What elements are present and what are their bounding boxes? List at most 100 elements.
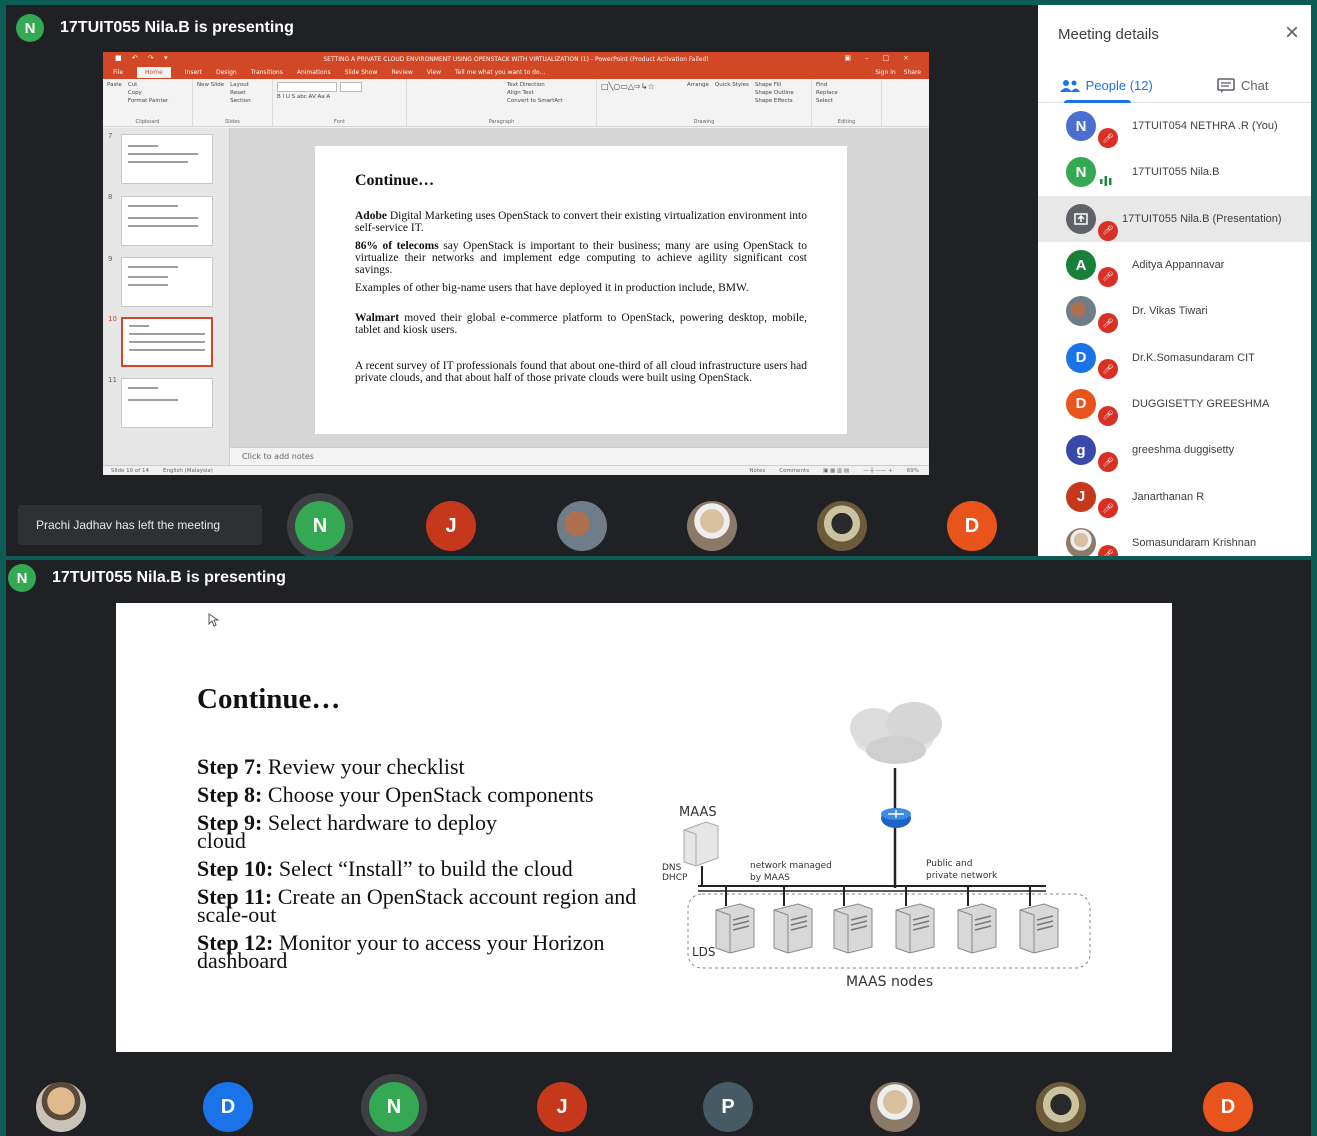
tab-people[interactable]: People (12) xyxy=(1038,69,1175,103)
ppt-workspace: 7 8 9 10 11 Continue… Adobe Digital Mark… xyxy=(103,128,929,465)
participant-tile-avatar[interactable] xyxy=(687,501,737,551)
font-style-buttons[interactable]: B I U S abc AV Aa A xyxy=(277,94,402,100)
slide-paragraph: Examples of other big-name users that ha… xyxy=(355,282,749,294)
layout-button[interactable]: Layout xyxy=(230,82,250,88)
tab-home[interactable]: Home xyxy=(137,67,171,78)
participant-tile-avatar[interactable] xyxy=(1036,1082,1086,1132)
server-node-icon xyxy=(1019,886,1059,954)
presenter-label: 17TUIT055 Nila.B is presenting xyxy=(52,569,286,586)
section-button[interactable]: Section xyxy=(230,98,250,104)
arrange-button[interactable]: Arrange xyxy=(687,82,709,104)
slide-paragraph: Adobe Digital Marketing uses OpenStack t… xyxy=(355,210,807,234)
participant-row[interactable]: N 🎤︎ 17TUIT054 NETHRA .R (You) xyxy=(1038,103,1311,149)
sign-in-link[interactable]: Sign in xyxy=(875,69,895,76)
find-button[interactable]: Find xyxy=(816,82,877,88)
text-direction-button[interactable]: Text Direction xyxy=(507,82,592,88)
replace-button[interactable]: Replace xyxy=(816,90,877,96)
participant-row[interactable]: 🎤︎ Dr. Vikas Tiwari xyxy=(1038,288,1311,334)
participant-name: DUGGISETTY GREESHMA xyxy=(1132,397,1270,410)
language-indicator[interactable]: English (Malaysia) xyxy=(163,468,213,474)
participant-tile-avatar[interactable]: D xyxy=(1203,1082,1253,1132)
select-button[interactable]: Select xyxy=(816,98,877,104)
window-controls[interactable]: ▣–□× xyxy=(844,54,923,62)
participant-name: Aditya Appannavar xyxy=(1132,259,1225,272)
thumb-number: 9 xyxy=(108,255,113,263)
slide-editor[interactable]: Continue… Adobe Digital Marketing uses O… xyxy=(230,128,929,465)
current-slide[interactable]: Continue… Adobe Digital Marketing uses O… xyxy=(315,146,847,434)
lds-label: LDS xyxy=(692,945,716,959)
participant-row[interactable]: 🎤︎ 17TUIT055 Nila.B (Presentation) xyxy=(1038,195,1311,242)
notes-button[interactable]: Notes xyxy=(749,468,765,474)
cut-button[interactable]: Cut xyxy=(128,82,168,88)
participant-tile-avatar[interactable]: D xyxy=(203,1082,253,1132)
font-size-input[interactable] xyxy=(340,82,362,92)
shape-outline-button[interactable]: Shape Outline xyxy=(755,90,794,96)
participant-row[interactable]: D 🎤︎ DUGGISETTY GREESHMA xyxy=(1038,381,1311,427)
zoom-slider[interactable]: — ┼ —— + xyxy=(863,468,893,474)
ppt-ribbon-tabs: File Home Insert Design Transitions Anim… xyxy=(103,66,929,79)
quick-access-icons[interactable]: ■ ↶ ↷ ▾ xyxy=(115,54,172,62)
participant-row[interactable]: g 🎤︎ greeshma duggisetty xyxy=(1038,427,1311,473)
participant-row[interactable]: A 🎤︎ Aditya Appannavar xyxy=(1038,242,1311,288)
participant-tile-avatar[interactable] xyxy=(36,1082,86,1132)
font-name-input[interactable] xyxy=(277,82,337,92)
new-slide-button[interactable]: New Slide xyxy=(197,82,224,104)
close-icon[interactable]: × xyxy=(1285,21,1299,45)
server-node-icon xyxy=(833,886,873,954)
participant-tile-avatar[interactable] xyxy=(870,1082,920,1132)
convert-smartart-button[interactable]: Convert to SmartArt xyxy=(507,98,592,104)
participant-tile-avatar[interactable]: N xyxy=(369,1082,419,1132)
meet-window-bottom: N 17TUIT055 Nila.B is presenting Continu… xyxy=(6,560,1311,1136)
meeting-details-panel: Meeting details × People (12) Chat N 🎤︎ 17… xyxy=(1038,5,1311,556)
participant-row[interactable]: J 🎤︎ Janarthanan R xyxy=(1038,473,1311,519)
shape-fill-button[interactable]: Shape Fill xyxy=(755,82,794,88)
tab-view[interactable]: View xyxy=(427,69,441,76)
participant-tile-avatar[interactable]: P xyxy=(703,1082,753,1132)
reset-button[interactable]: Reset xyxy=(230,90,250,96)
shapes-gallery[interactable]: □╲○▭△⇨↳☆ xyxy=(601,82,681,104)
slide-paragraph: 86% of telecoms say OpenStack is importa… xyxy=(355,240,807,276)
tab-insert[interactable]: Insert xyxy=(185,69,202,76)
participant-tile-avatar[interactable] xyxy=(817,501,867,551)
tab-chat[interactable]: Chat xyxy=(1175,69,1312,102)
participant-tile-avatar[interactable]: N xyxy=(295,501,345,551)
tab-transitions[interactable]: Transitions xyxy=(251,69,283,76)
slide-thumbnail[interactable] xyxy=(121,378,213,428)
paste-button[interactable]: Paste xyxy=(107,82,122,104)
align-text-button[interactable]: Align Text xyxy=(507,90,592,96)
view-buttons[interactable]: ▣ ▦ ▥ ▤ xyxy=(823,468,849,474)
copy-button[interactable]: Copy xyxy=(128,90,168,96)
router-icon xyxy=(881,808,911,828)
tell-me-box[interactable]: Tell me what you want to do... xyxy=(455,69,545,76)
tab-file[interactable]: File xyxy=(113,69,123,76)
participant-row[interactable]: D 🎤︎ Dr.K.Somasundaram CIT xyxy=(1038,334,1311,380)
zoom-level[interactable]: 69% xyxy=(907,468,919,474)
slide-thumbnail-selected[interactable] xyxy=(121,317,213,367)
shape-effects-button[interactable]: Shape Effects xyxy=(755,98,794,104)
format-painter-button[interactable]: Format Painter xyxy=(128,98,168,104)
participant-tile-avatar[interactable]: J xyxy=(426,501,476,551)
participant-tile-avatar[interactable] xyxy=(557,501,607,551)
slide-thumbnail[interactable] xyxy=(121,134,213,184)
participant-row[interactable]: N 17TUIT055 Nila.B xyxy=(1038,149,1311,195)
tab-design[interactable]: Design xyxy=(216,69,237,76)
slide-thumbnail[interactable] xyxy=(121,196,213,246)
participant-row[interactable]: 🎤︎ Somasundaram Krishnan xyxy=(1038,520,1311,556)
tab-review[interactable]: Review xyxy=(391,69,412,76)
presenter-bar: N 17TUIT055 Nila.B is presenting xyxy=(6,560,286,596)
chat-icon xyxy=(1217,77,1235,93)
participant-tile-avatar[interactable]: D xyxy=(947,501,997,551)
paragraph-group: Text Direction Align Text Convert to Sma… xyxy=(407,79,597,126)
step-item: Step 8: Choose your OpenStack components xyxy=(197,782,594,807)
notes-pane[interactable]: Click to add notes xyxy=(230,447,929,465)
powerpoint-window: ■ ↶ ↷ ▾ SETTING A PRIVATE CLOUD ENVIRONM… xyxy=(103,52,929,475)
comments-button[interactable]: Comments xyxy=(779,468,809,474)
tab-animations[interactable]: Animations xyxy=(297,69,331,76)
drawing-group: □╲○▭△⇨↳☆ Arrange Quick Styles Shape Fill… xyxy=(597,79,812,126)
participant-tile-avatar[interactable]: J xyxy=(537,1082,587,1132)
slide-thumbnail[interactable] xyxy=(121,257,213,307)
quick-styles-button[interactable]: Quick Styles xyxy=(715,82,749,104)
private-network-label: private network xyxy=(926,871,998,881)
tab-slide-show[interactable]: Slide Show xyxy=(345,69,378,76)
share-button[interactable]: Share xyxy=(904,69,921,76)
